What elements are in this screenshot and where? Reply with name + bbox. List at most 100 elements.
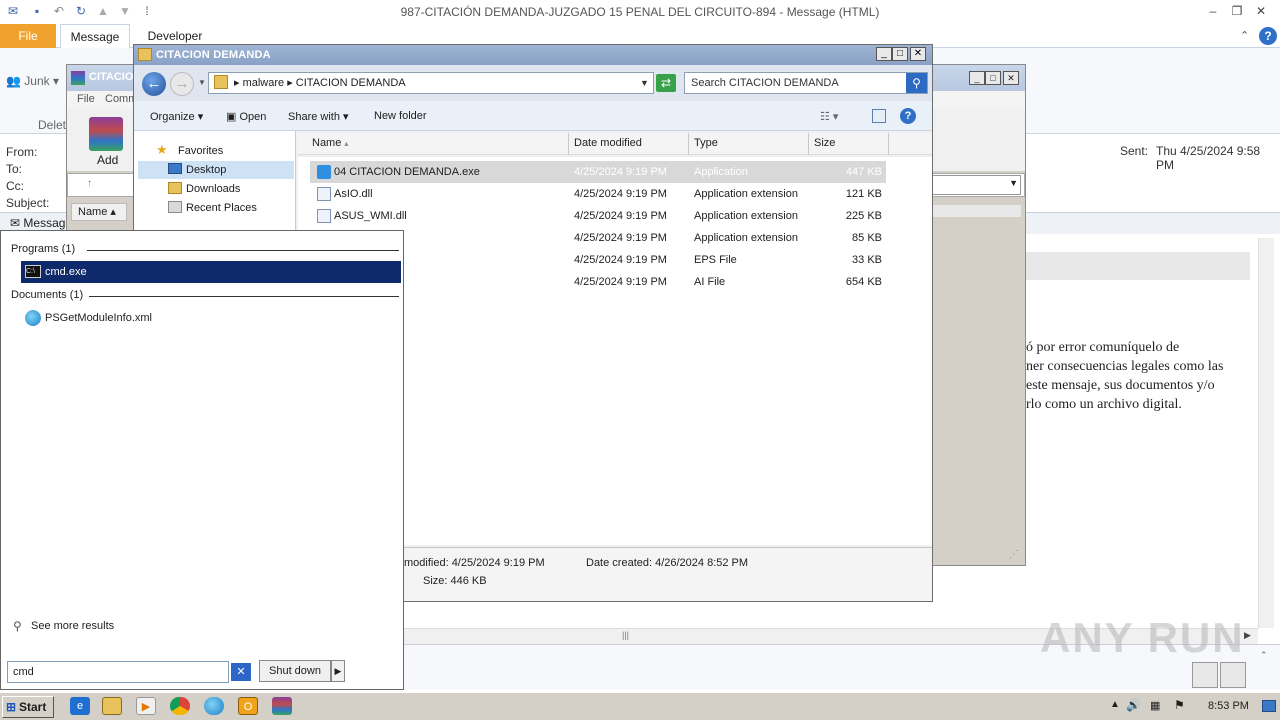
share-with-button[interactable]: Share with ▾ [288,110,349,123]
media-player-icon[interactable]: ▶ [136,697,156,715]
back-button[interactable]: ← [142,72,166,96]
tab-message[interactable]: Message [60,24,130,49]
nav-recent-places[interactable]: Recent Places [186,202,257,214]
column-date-modified[interactable]: Date modified [574,137,642,149]
collapse-ribbon-icon[interactable]: ⌃ [1240,29,1249,42]
up-folder-icon[interactable]: ↑ [87,178,92,189]
network-icon[interactable]: ▦ [1150,699,1160,712]
file-type: Application extension [694,188,798,200]
organize-button[interactable]: Organize ▾ [150,110,203,123]
document-item[interactable]: PSGetModuleInfo.xml [45,312,152,324]
explorer-minimize-button[interactable]: _ [876,47,892,61]
breadcrumb-citacion-demanda[interactable]: CITACION DEMANDA [296,77,406,89]
save-icon[interactable]: ▪ [30,4,44,18]
down-arrow-icon[interactable]: ▼ [118,4,132,18]
avatar[interactable] [1192,662,1218,688]
search-icon[interactable]: ⚲ [906,73,927,93]
winrar-icon[interactable] [272,697,292,715]
file-name[interactable]: 04 CITACION DEMANDA.exe [334,166,480,178]
clock[interactable]: 8:53 PM [1208,700,1249,712]
new-folder-button[interactable]: New folder [374,110,427,122]
view-options-icon[interactable]: ☷ ▾ [820,110,838,123]
winrar-dropdown[interactable]: ▼ [931,175,1021,195]
window-title: 987-CITACIÓN DEMANDA-JUZGADO 15 PENAL DE… [400,5,880,19]
column-name-label: Name [312,137,342,149]
preview-pane-icon[interactable] [872,109,886,123]
refresh-button[interactable]: ⇄ [656,74,676,92]
customize-toolbar-icon[interactable]: ⁞ [140,4,154,18]
start-button[interactable]: ⊞ Start [2,696,54,718]
close-button[interactable]: ✕ [1252,3,1270,19]
redo-icon[interactable]: ↻ [74,4,88,18]
add-archive-icon[interactable] [89,117,123,151]
file-size: 654 KB [845,276,882,288]
breadcrumb[interactable]: ▸ malware ▸ CITACION DEMANDA [234,76,406,89]
show-hidden-icons-icon[interactable]: ▲ [1110,699,1120,710]
scroll-grip-icon[interactable]: ||| [622,630,629,640]
avatar[interactable] [1220,662,1246,688]
winrar-close-button[interactable]: ✕ [1003,71,1019,85]
file-date: 4/25/2024 9:19 PM [574,188,667,200]
help-icon[interactable]: ? [900,108,916,124]
forward-button[interactable]: → [170,72,194,96]
tab-file[interactable]: File [0,24,56,48]
file-explorer-icon[interactable] [102,697,122,715]
edge-icon[interactable] [204,697,224,715]
outlook-icon[interactable]: O [238,697,258,715]
organize-label: Organize [150,111,195,123]
internet-explorer-icon[interactable]: e [70,697,90,715]
winrar-name-column[interactable]: Name ▴ [71,203,127,221]
expand-people-pane-icon[interactable]: ⌃ [1260,650,1268,661]
see-more-results-link[interactable]: See more results [31,620,114,632]
program-item-cmd[interactable]: cmd.exe [45,266,87,278]
column-type[interactable]: Type [694,137,718,149]
column-divider[interactable] [688,133,689,155]
clear-search-icon[interactable]: ✕ [231,663,251,681]
open-button[interactable]: ▣ Open [226,110,266,123]
shutdown-button[interactable]: Shut down [259,660,331,682]
chrome-icon[interactable] [170,697,190,715]
nav-favorites[interactable]: Favorites [178,145,223,157]
file-date: 4/25/2024 9:19 PM [574,232,667,244]
winrar-menu-file[interactable]: File [77,93,95,105]
column-size[interactable]: Size [814,137,835,149]
file-date: 4/25/2024 9:19 PM [574,166,667,178]
cc-label: Cc: [6,179,24,193]
explorer-close-button[interactable]: ✕ [910,47,926,61]
breadcrumb-malware[interactable]: malware [243,77,285,89]
help-icon[interactable]: ? [1259,27,1277,45]
file-date: 4/25/2024 9:19 PM [574,276,667,288]
history-dropdown-icon[interactable]: ▼ [198,78,206,87]
undo-icon[interactable]: ↶ [52,4,66,18]
file-size: 225 KB [845,210,882,222]
column-divider[interactable] [808,133,809,155]
address-dropdown-icon[interactable]: ▼ [640,78,649,88]
action-center-flag-icon[interactable]: ⚑ [1174,698,1185,712]
show-desktop-icon[interactable] [1262,700,1276,712]
junk-button[interactable]: 👥 Junk ▾ [6,74,59,88]
vertical-scrollbar[interactable] [1258,238,1274,628]
scroll-right-icon[interactable]: ▶ [1244,630,1251,641]
nav-desktop[interactable]: Desktop [186,164,226,176]
start-search-input[interactable] [7,661,229,683]
winrar-minimize-button[interactable]: _ [969,71,985,85]
message-attachment-tab[interactable]: ✉ Messag [10,216,65,230]
file-name[interactable]: AsIO.dll [334,188,373,200]
winrar-maximize-button[interactable]: □ [985,71,1001,85]
explorer-maximize-button[interactable]: □ [892,47,908,61]
add-button-label[interactable]: Add [97,153,118,167]
message-tab-label: Messag [23,216,66,230]
up-arrow-icon[interactable]: ▲ [96,4,110,18]
maximize-button[interactable]: ❐ [1228,3,1246,19]
volume-icon[interactable]: 🔊 [1126,698,1141,712]
shutdown-options-icon[interactable]: ▶ [331,660,345,682]
column-divider[interactable] [568,133,569,155]
column-divider[interactable] [888,133,889,155]
sent-label: Sent: [1120,144,1149,158]
file-type: AI File [694,276,726,288]
nav-downloads[interactable]: Downloads [186,183,240,195]
resize-grip-icon[interactable]: ⋰ [1009,549,1019,560]
column-name[interactable]: Name ▴ [312,137,348,149]
minimize-button[interactable]: – [1204,3,1222,19]
file-name[interactable]: ASUS_WMI.dll [334,210,407,222]
